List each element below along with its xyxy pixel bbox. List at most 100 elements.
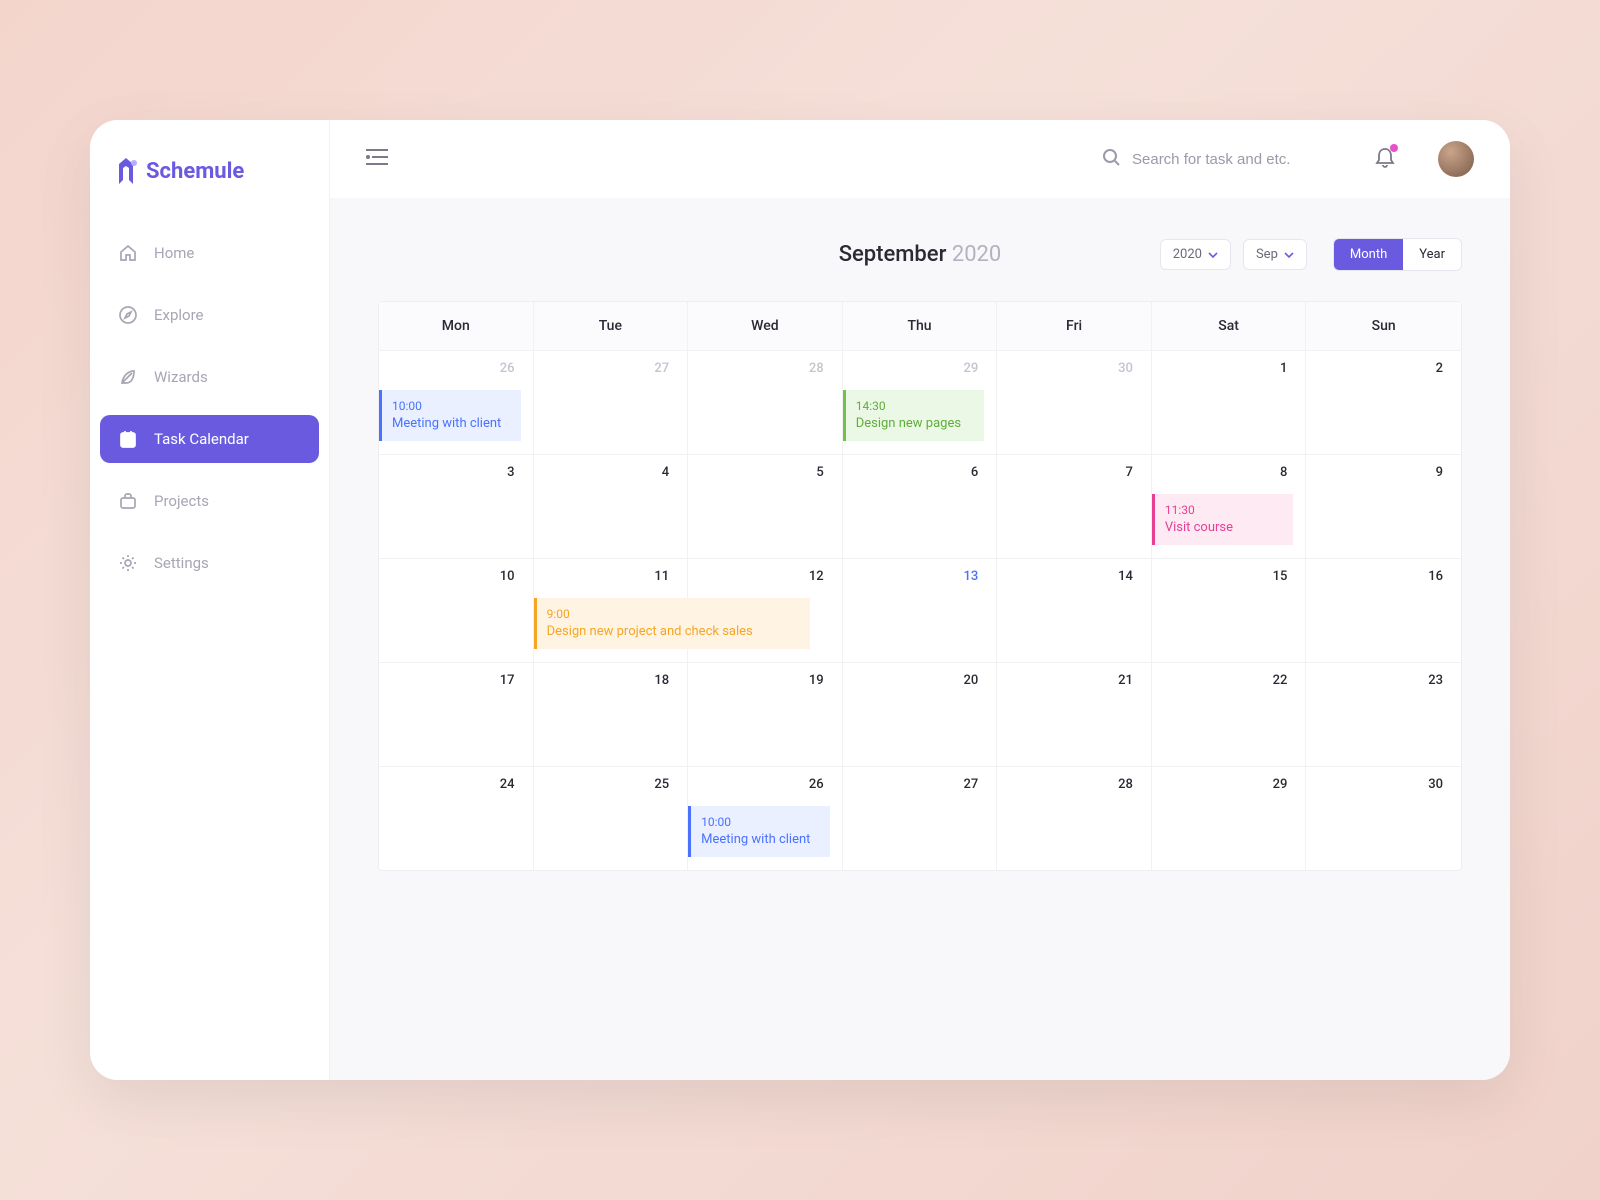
calendar-day[interactable]: 3 <box>379 454 534 558</box>
menu-toggle-icon[interactable] <box>366 148 388 170</box>
calendar-day[interactable]: 20 <box>843 662 998 766</box>
day-number: 18 <box>538 673 676 692</box>
calendar-icon <box>118 429 138 449</box>
day-number: 17 <box>383 673 521 692</box>
calendar-day[interactable]: 19 <box>688 662 843 766</box>
calendar-controls: 2020 Sep Month Year <box>1160 238 1462 271</box>
calendar-event[interactable]: 11:30Visit course <box>1152 494 1294 545</box>
month-select[interactable]: Sep <box>1243 239 1307 270</box>
calendar-day[interactable]: 25 <box>534 766 689 870</box>
calendar-month: September <box>839 242 947 267</box>
day-number: 10 <box>383 569 521 588</box>
year-select-value: 2020 <box>1173 247 1202 262</box>
day-number: 19 <box>692 673 830 692</box>
day-number: 7 <box>1001 465 1139 484</box>
search <box>1102 148 1322 170</box>
logo-text: Schemule <box>146 159 244 184</box>
day-number: 11 <box>538 569 676 588</box>
calendar-day[interactable]: 28 <box>688 350 843 454</box>
notifications-button[interactable] <box>1374 146 1396 172</box>
calendar-day[interactable]: 2610:00Meeting with client <box>379 350 534 454</box>
calendar-event[interactable]: 9:00Design new project and check sales <box>534 598 810 649</box>
search-input[interactable] <box>1132 151 1322 168</box>
day-number: 21 <box>1001 673 1139 692</box>
day-number: 8 <box>1156 465 1294 484</box>
avatar[interactable] <box>1438 141 1474 177</box>
calendar-day[interactable]: 14 <box>997 558 1152 662</box>
calendar-day[interactable]: 24 <box>379 766 534 870</box>
calendar-day[interactable]: 1 <box>1152 350 1307 454</box>
calendar-day[interactable]: 17 <box>379 662 534 766</box>
sidebar-item-home[interactable]: Home <box>100 229 319 277</box>
day-number: 14 <box>1001 569 1139 588</box>
days-grid: 2610:00Meeting with client27282914:30Des… <box>379 350 1461 870</box>
sidebar-item-settings[interactable]: Settings <box>100 539 319 587</box>
day-number: 27 <box>847 777 985 796</box>
calendar-day[interactable]: 30 <box>1306 766 1461 870</box>
year-select[interactable]: 2020 <box>1160 239 1231 270</box>
calendar-day[interactable]: 119:00Design new project and check sales <box>534 558 689 662</box>
calendar-day[interactable]: 4 <box>534 454 689 558</box>
event-time: 10:00 <box>392 398 511 415</box>
calendar-day[interactable]: 23 <box>1306 662 1461 766</box>
sidebar-item-projects[interactable]: Projects <box>100 477 319 525</box>
calendar-day[interactable]: 7 <box>997 454 1152 558</box>
day-number: 29 <box>847 361 985 380</box>
event-time: 14:30 <box>856 398 975 415</box>
event-time: 9:00 <box>547 606 800 623</box>
sidebar-item-task-calendar[interactable]: Task Calendar <box>100 415 319 463</box>
event-title: Design new project and check sales <box>547 623 800 641</box>
calendar-event[interactable]: 10:00Meeting with client <box>688 806 830 857</box>
calendar-day[interactable]: 29 <box>1152 766 1307 870</box>
calendar-title: September 2020 <box>839 242 1002 267</box>
calendar-event[interactable]: 10:00Meeting with client <box>379 390 521 441</box>
view-year-button[interactable]: Year <box>1403 239 1461 270</box>
event-title: Meeting with client <box>701 831 820 849</box>
calendar-day[interactable]: 13 <box>843 558 998 662</box>
day-number: 16 <box>1310 569 1449 588</box>
day-number: 9 <box>1310 465 1449 484</box>
feather-icon <box>118 367 138 387</box>
calendar-day[interactable]: 27 <box>534 350 689 454</box>
day-number: 28 <box>1001 777 1139 796</box>
calendar-event[interactable]: 14:30Design new pages <box>843 390 985 441</box>
calendar-day[interactable]: 15 <box>1152 558 1307 662</box>
sidebar-item-explore[interactable]: Explore <box>100 291 319 339</box>
day-number: 30 <box>1310 777 1449 796</box>
calendar-day[interactable]: 2 <box>1306 350 1461 454</box>
sidebar-item-label: Explore <box>154 306 204 324</box>
calendar-day[interactable]: 5 <box>688 454 843 558</box>
calendar-day[interactable]: 29 14:30Design new pages <box>843 350 998 454</box>
sidebar-item-wizards[interactable]: Wizards <box>100 353 319 401</box>
calendar-day[interactable]: 22 <box>1152 662 1307 766</box>
calendar-day[interactable]: 9 <box>1306 454 1461 558</box>
day-number: 20 <box>847 673 985 692</box>
briefcase-icon <box>118 491 138 511</box>
calendar-day[interactable]: 2610:00Meeting with client <box>688 766 843 870</box>
day-number: 13 <box>847 569 985 588</box>
dow-label: Sat <box>1152 302 1307 350</box>
day-number: 23 <box>1310 673 1449 692</box>
dow-label: Fri <box>997 302 1152 350</box>
sidebar-item-label: Wizards <box>154 368 208 386</box>
calendar-day[interactable]: 28 <box>997 766 1152 870</box>
calendar-day[interactable]: 10 <box>379 558 534 662</box>
compass-icon <box>118 305 138 325</box>
day-number: 24 <box>383 777 521 796</box>
chevron-down-icon <box>1284 250 1294 260</box>
dow-label: Thu <box>843 302 998 350</box>
month-select-value: Sep <box>1256 247 1278 262</box>
calendar-day[interactable]: 21 <box>997 662 1152 766</box>
calendar-day[interactable]: 16 <box>1306 558 1461 662</box>
dow-label: Tue <box>534 302 689 350</box>
day-number: 30 <box>1001 361 1139 380</box>
calendar-day[interactable]: 30 <box>997 350 1152 454</box>
calendar-day[interactable]: 27 <box>843 766 998 870</box>
calendar-day[interactable]: 8 11:30Visit course <box>1152 454 1307 558</box>
calendar-day[interactable]: 6 <box>843 454 998 558</box>
day-number: 22 <box>1156 673 1294 692</box>
calendar-day[interactable]: 18 <box>534 662 689 766</box>
calendar-grid: MonTueWedThuFriSatSun 2610:00Meeting wit… <box>378 301 1462 871</box>
view-month-button[interactable]: Month <box>1334 239 1403 270</box>
dow-label: Mon <box>379 302 534 350</box>
